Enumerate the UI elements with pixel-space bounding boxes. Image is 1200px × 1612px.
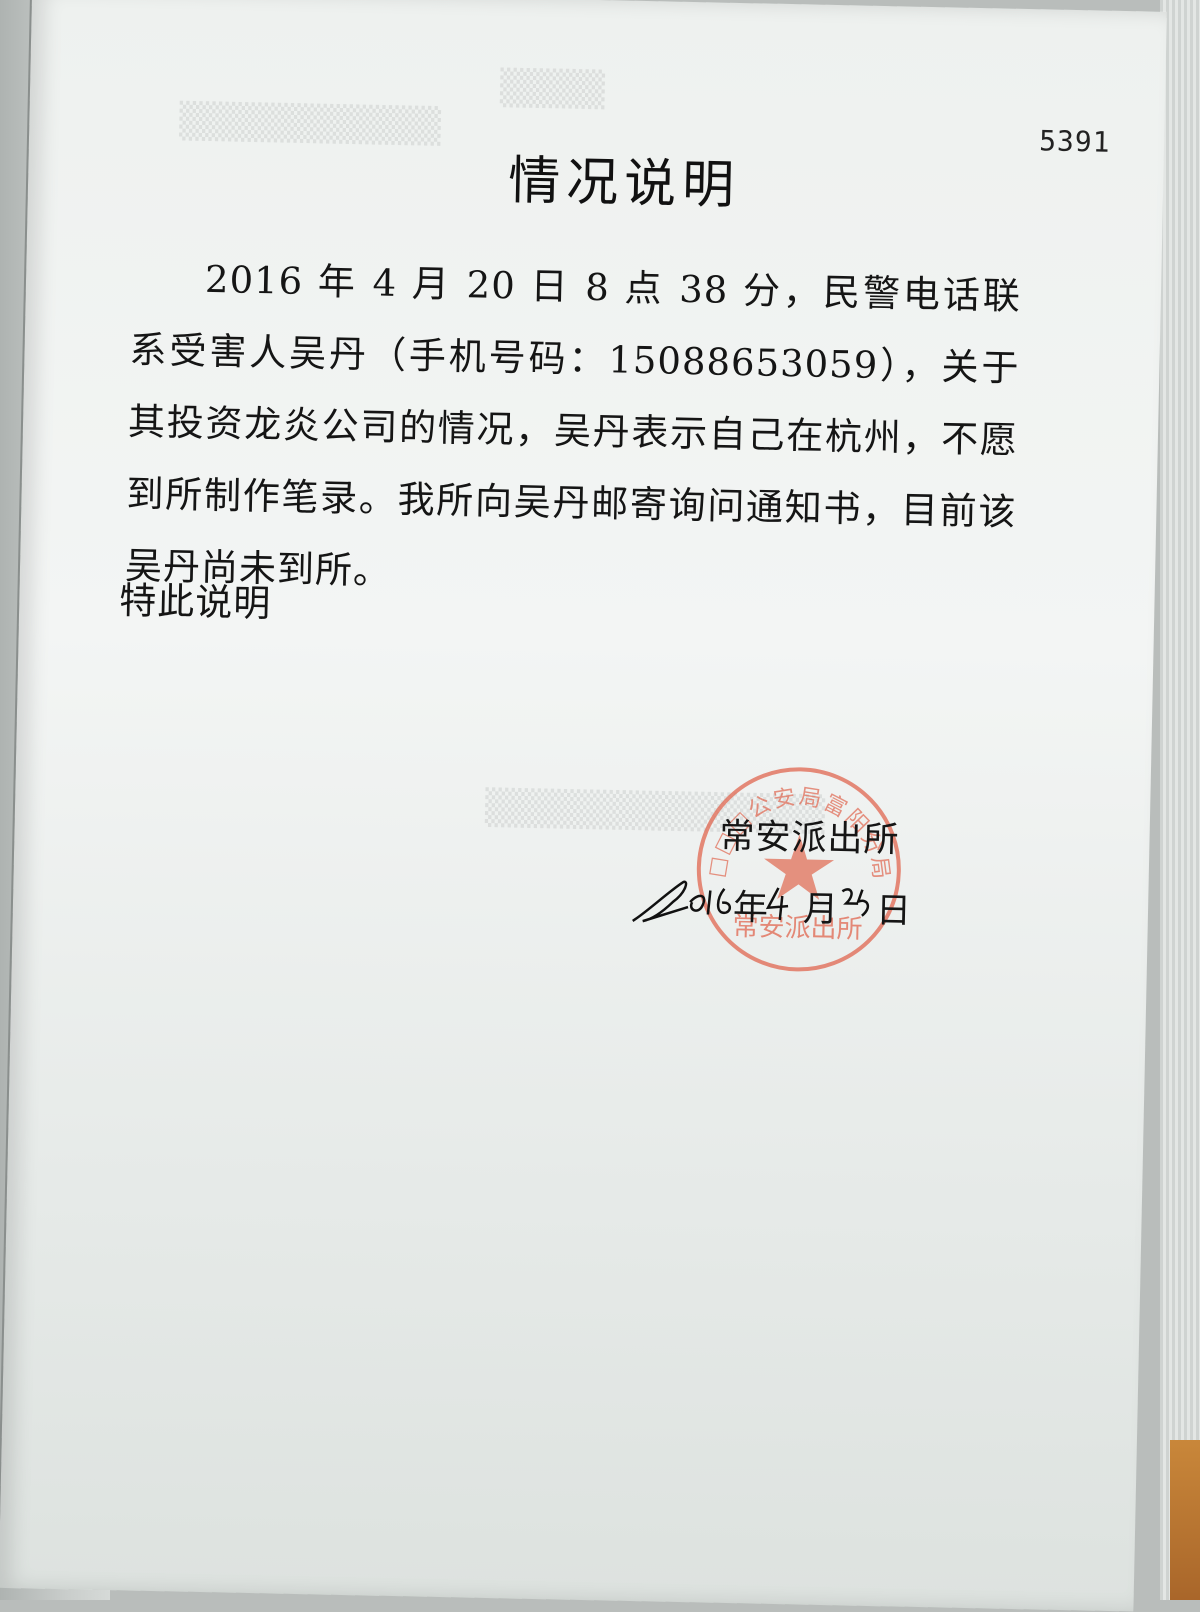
document-title: 情况说明: [507, 151, 741, 217]
closing-remark: 特此说明: [118, 579, 272, 626]
date-year-char: 年: [732, 888, 769, 929]
page-number: 5391: [1038, 124, 1111, 159]
book-right-page-stack: [1160, 0, 1200, 1600]
show-through-text: ▒▒▒▒: [499, 67, 606, 111]
document-body: 2016 年 4 月 20 日 8 点 38 分，民警电话联系受害人吴丹（手机号…: [124, 257, 1022, 593]
signature-date: 年 月 日: [628, 871, 929, 937]
date-month-char: 月: [802, 889, 839, 931]
table-surface: [1170, 1440, 1200, 1600]
date-day-char: 日: [875, 891, 912, 932]
issuing-office: 常安派出所: [719, 816, 900, 861]
show-through-text: ▒▒▒▒▒▒▒▒▒▒: [178, 101, 442, 147]
document-page: ▒▒▒▒ ▒▒▒▒▒▒▒▒▒▒ ▒▒▒▒▒▒▒▒▒▒▒▒▒ 5391 情况说明 …: [0, 0, 1167, 1612]
official-seal-icon: □□□公安局富阳分局 常安派出所: [696, 767, 901, 972]
